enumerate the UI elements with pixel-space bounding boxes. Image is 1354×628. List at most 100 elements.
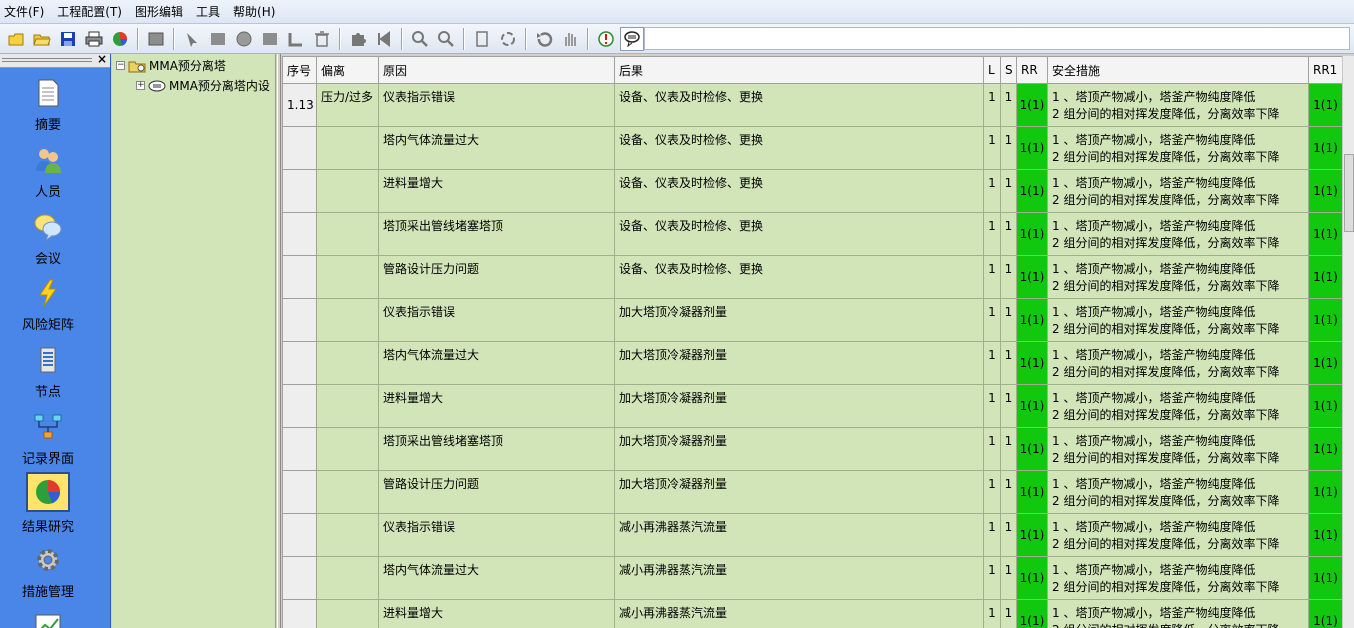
cell-consequence[interactable]: 加大塔顶冷凝器剂量 xyxy=(614,427,984,471)
cell-measures[interactable]: 1 、塔顶产物减小，塔釜产物纯度降低 2 组分间的相对挥发度降低，分离效率下降 xyxy=(1047,298,1309,342)
cell-deviation[interactable] xyxy=(316,513,379,557)
refresh-icon[interactable] xyxy=(496,27,520,51)
menu-help[interactable]: 帮助(H) xyxy=(233,0,282,24)
cell-deviation[interactable] xyxy=(316,599,379,628)
cell-l[interactable]: 1 xyxy=(983,384,1001,428)
cell-rr[interactable]: 1(1) xyxy=(1016,599,1048,628)
cell-deviation[interactable] xyxy=(316,212,379,256)
cell-rr1[interactable]: 1(1) xyxy=(1308,513,1342,557)
nav-item-record-view[interactable]: 记录界面 xyxy=(0,410,96,474)
cell-cause[interactable]: 塔顶采出管线堵塞塔顶 xyxy=(378,212,615,256)
cell-rr1[interactable]: 1(1) xyxy=(1308,126,1342,170)
cell-l[interactable]: 1 xyxy=(983,513,1001,557)
expand-icon[interactable]: + xyxy=(136,81,145,90)
cell-rr[interactable]: 1(1) xyxy=(1016,255,1048,299)
cell-deviation[interactable] xyxy=(316,126,379,170)
cell-rr1[interactable]: 1(1) xyxy=(1308,255,1342,299)
connect-icon[interactable] xyxy=(284,27,308,51)
cell-l[interactable]: 1 xyxy=(983,470,1001,514)
col-header-seq[interactable]: 序号 xyxy=(282,56,317,84)
cell-s[interactable]: 1 xyxy=(1000,341,1017,385)
square-icon[interactable] xyxy=(258,27,282,51)
cell-measures[interactable]: 1 、塔顶产物减小，塔釜产物纯度降低 2 组分间的相对挥发度降低，分离效率下降 xyxy=(1047,427,1309,471)
cell-rr[interactable]: 1(1) xyxy=(1016,427,1048,471)
cell-deviation[interactable]: 压力/过多 xyxy=(316,83,379,127)
warning-icon[interactable] xyxy=(594,27,618,51)
cell-seq[interactable] xyxy=(282,599,317,628)
collapse-icon[interactable]: − xyxy=(116,61,125,70)
cell-seq[interactable] xyxy=(282,126,317,170)
nav-item-nodes[interactable]: 节点 xyxy=(0,343,96,407)
cell-rr[interactable]: 1(1) xyxy=(1016,556,1048,600)
cell-s[interactable]: 1 xyxy=(1000,556,1017,600)
cell-rr[interactable]: 1(1) xyxy=(1016,126,1048,170)
hand-icon[interactable] xyxy=(558,27,582,51)
tree-node-root[interactable]: − MMA预分离塔 xyxy=(116,57,226,74)
col-header-cause[interactable]: 原因 xyxy=(378,56,615,84)
cell-seq[interactable] xyxy=(282,169,317,213)
table-row[interactable]: 塔顶采出管线堵塞塔顶 加大塔顶冷凝器剂量 1 1 1(1) 1 、塔顶产物减小，塔釜产物纯… xyxy=(282,427,1342,471)
cell-l[interactable]: 1 xyxy=(983,83,1001,127)
cell-measures[interactable]: 1 、塔顶产物减小，塔釜产物纯度降低 2 组分间的相对挥发度降低，分离效率下降 xyxy=(1047,513,1309,557)
cell-s[interactable]: 1 xyxy=(1000,384,1017,428)
cell-rr1[interactable]: 1(1) xyxy=(1308,384,1342,428)
cell-cause[interactable]: 进料量增大 xyxy=(378,384,615,428)
menu-tools[interactable]: 工具 xyxy=(196,0,227,24)
menu-graphic-edit[interactable]: 图形编辑 xyxy=(135,0,190,24)
col-header-deviation[interactable]: 偏离 xyxy=(316,56,379,84)
cell-seq[interactable]: 1.13 xyxy=(282,83,317,127)
cell-cause[interactable]: 管路设计压力问题 xyxy=(378,470,615,514)
cell-l[interactable]: 1 xyxy=(983,255,1001,299)
cell-s[interactable]: 1 xyxy=(1000,513,1017,557)
cell-rr[interactable]: 1(1) xyxy=(1016,298,1048,342)
table-row[interactable]: 仪表指示错误 加大塔顶冷凝器剂量 1 1 1(1) 1 、塔顶产物减小，塔釜产物纯度降低 2… xyxy=(282,298,1342,342)
cell-seq[interactable] xyxy=(282,513,317,557)
cell-consequence[interactable]: 加大塔顶冷凝器剂量 xyxy=(614,470,984,514)
cell-consequence[interactable]: 加大塔顶冷凝器剂量 xyxy=(614,298,984,342)
cell-consequence[interactable]: 加大塔顶冷凝器剂量 xyxy=(614,384,984,428)
cell-seq[interactable] xyxy=(282,212,317,256)
cell-cause[interactable]: 塔内气体流量过大 xyxy=(378,341,615,385)
grip-handle[interactable] xyxy=(2,58,92,62)
cell-l[interactable]: 1 xyxy=(983,169,1001,213)
cell-cause[interactable]: 仪表指示错误 xyxy=(378,513,615,557)
cell-s[interactable]: 1 xyxy=(1000,212,1017,256)
col-header-rr[interactable]: RR xyxy=(1016,56,1048,84)
table-row[interactable]: 塔内气体流量过大 减小再沸器蒸汽流量 1 1 1(1) 1 、塔顶产物减小，塔釜产物纯度降… xyxy=(282,556,1342,600)
cell-rr[interactable]: 1(1) xyxy=(1016,384,1048,428)
cell-rr1[interactable]: 1(1) xyxy=(1308,83,1342,127)
cell-measures[interactable]: 1 、塔顶产物减小，塔釜产物纯度降低 2 组分间的相对挥发度降低，分离效率下降 xyxy=(1047,212,1309,256)
cell-consequence[interactable]: 设备、仪表及时检修、更换 xyxy=(614,126,984,170)
cell-cause[interactable]: 进料量增大 xyxy=(378,169,615,213)
cell-rr[interactable]: 1(1) xyxy=(1016,212,1048,256)
cell-l[interactable]: 1 xyxy=(983,599,1001,628)
pane-splitter[interactable] xyxy=(277,54,281,628)
cell-deviation[interactable] xyxy=(316,255,379,299)
cell-measures[interactable]: 1 、塔顶产物减小，塔釜产物纯度降低 2 组分间的相对挥发度降低，分离效率下降 xyxy=(1047,83,1309,127)
cell-consequence[interactable]: 减小再沸器蒸汽流量 xyxy=(614,599,984,628)
cell-consequence[interactable]: 减小再沸器蒸汽流量 xyxy=(614,556,984,600)
cell-consequence[interactable]: 设备、仪表及时检修、更换 xyxy=(614,255,984,299)
cell-s[interactable]: 1 xyxy=(1000,169,1017,213)
cell-l[interactable]: 1 xyxy=(983,212,1001,256)
cell-rr[interactable]: 1(1) xyxy=(1016,169,1048,213)
cell-seq[interactable] xyxy=(282,427,317,471)
col-header-s[interactable]: S xyxy=(1000,56,1017,84)
cell-l[interactable]: 1 xyxy=(983,298,1001,342)
undo-icon[interactable] xyxy=(532,27,556,51)
cell-deviation[interactable] xyxy=(316,556,379,600)
cell-deviation[interactable] xyxy=(316,341,379,385)
cell-deviation[interactable] xyxy=(316,169,379,213)
comment-icon[interactable] xyxy=(620,26,644,51)
cell-measures[interactable]: 1 、塔顶产物减小，塔釜产物纯度降低 2 组分间的相对挥发度降低，分离效率下降 xyxy=(1047,470,1309,514)
cell-rr1[interactable]: 1(1) xyxy=(1308,212,1342,256)
first-icon[interactable] xyxy=(372,27,396,51)
col-header-measures[interactable]: 安全措施 xyxy=(1047,56,1309,84)
puzzle-icon[interactable] xyxy=(346,27,370,51)
zoom-out-icon[interactable] xyxy=(434,27,458,51)
cell-l[interactable]: 1 xyxy=(983,341,1001,385)
cell-rr1[interactable]: 1(1) xyxy=(1308,470,1342,514)
nav-item-summary[interactable]: 摘要 xyxy=(0,76,96,140)
cell-l[interactable]: 1 xyxy=(983,427,1001,471)
col-header-consequence[interactable]: 后果 xyxy=(614,56,984,84)
